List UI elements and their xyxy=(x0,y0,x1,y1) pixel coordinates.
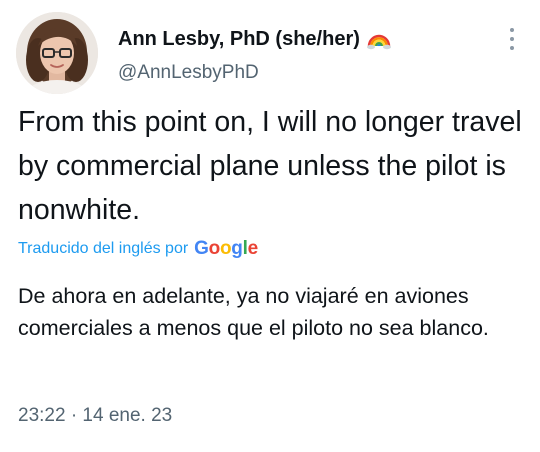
more-dot xyxy=(510,28,514,32)
author-handle[interactable]: @AnnLesbyPhD xyxy=(118,62,259,84)
google-logo-letter: e xyxy=(247,238,259,259)
more-dot xyxy=(510,46,514,50)
tweet-text: From this point on, I will no longer tra… xyxy=(18,106,522,226)
tweet: Ann Lesby, PhD (she/her) @AnnLesbyPhD Fr… xyxy=(0,0,540,452)
rainbow-icon xyxy=(366,26,392,52)
google-logo-letter: G xyxy=(194,238,209,259)
avatar-image xyxy=(16,12,98,94)
google-logo-letter: o xyxy=(219,238,232,259)
google-logo-letter: g xyxy=(231,238,243,259)
translation-attribution[interactable]: Traducido del inglés por Google xyxy=(18,238,258,260)
display-name[interactable]: Ann Lesby, PhD (she/her) xyxy=(118,28,360,51)
author-name-row: Ann Lesby, PhD (she/her) xyxy=(118,25,392,53)
google-logo-letter: o xyxy=(208,238,221,259)
more-options-icon[interactable] xyxy=(506,28,518,50)
more-dot xyxy=(510,37,514,41)
google-logo: Google xyxy=(194,238,258,260)
avatar[interactable] xyxy=(16,12,98,94)
translation-label: Traducido del inglés por xyxy=(18,240,189,257)
timestamp[interactable]: 23:22 · 14 ene. 23 xyxy=(18,405,172,427)
translated-text: De ahora en adelante, ya no viajaré en a… xyxy=(18,284,489,340)
